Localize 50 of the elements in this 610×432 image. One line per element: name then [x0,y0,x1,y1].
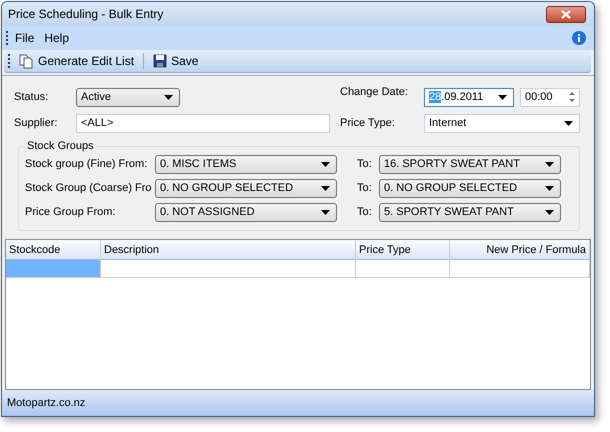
dropdown-arrow-icon[interactable] [545,186,554,190]
dropdown-arrow-icon[interactable] [321,186,330,190]
dropdown-arrow-icon[interactable] [498,94,507,100]
to-dropdown[interactable]: 0. NO GROUP SELECTED [379,178,561,198]
toolbar-button[interactable]: Generate Edit List [16,52,138,70]
table-cell[interactable] [6,260,101,278]
status-dropdown[interactable]: Active [76,88,180,106]
field-label: Stock Group (Coarse) Fro [25,182,153,194]
field-label: Change Date: [340,86,409,98]
info-icon[interactable] [572,31,586,45]
field-label: To: [357,182,373,194]
from-dropdown[interactable]: 0. NO GROUP SELECTED [155,178,337,198]
from-dropdown[interactable]: 0. MISC ITEMS [155,154,337,174]
date-field[interactable]: 28.09.2011 [424,88,514,106]
from-dropdown[interactable]: 0. NOT ASSIGNED [155,202,337,222]
close-icon[interactable] [561,10,571,18]
window-title: Price Scheduling - Bulk Entry [8,7,164,21]
documents-icon [19,54,34,68]
dropdown-arrow-icon[interactable] [545,210,554,214]
field-label: Price Type: [340,117,396,129]
dropdown-arrow-icon[interactable] [564,120,573,126]
to-dropdown[interactable]: 16. SPORTY SWEAT PANT [379,154,561,174]
column-header[interactable]: Description [101,240,356,260]
column-header[interactable]: New Price / Formula [450,240,590,260]
status-text: Motopartz.co.nz [7,397,86,409]
column-header[interactable]: Stockcode [6,240,101,260]
field-label: Supplier: [14,117,58,129]
field-label: Status: [14,91,50,103]
menu-item[interactable]: Help [41,29,72,47]
dropdown-arrow-icon[interactable] [164,94,173,100]
dropdown-arrow-icon[interactable] [545,162,554,166]
close-button[interactable] [546,6,586,22]
table-cell[interactable] [101,260,356,278]
time-field[interactable]: 00:00 [520,88,580,106]
field-label: Stock group (Fine) From: [25,158,148,170]
field-label: Price Group From: [25,206,116,218]
to-dropdown[interactable]: 5. SPORTY SWEAT PANT [379,202,561,222]
spinner-icon[interactable] [567,90,577,104]
dropdown-arrow-icon[interactable] [321,210,330,214]
supplier-field[interactable]: <ALL> [76,114,330,132]
field-label: To: [357,158,373,170]
menu-item[interactable]: File [12,29,38,47]
table-cell[interactable] [356,260,450,278]
price-type-dropdown[interactable]: Internet [424,114,580,132]
field-label: To: [357,206,373,218]
toolbar-button[interactable]: Save [150,53,202,69]
table-cell[interactable] [450,260,590,278]
group-title: Stock Groups [26,140,95,152]
column-header[interactable]: Price Type [356,240,450,260]
dropdown-arrow-icon[interactable] [321,162,330,166]
